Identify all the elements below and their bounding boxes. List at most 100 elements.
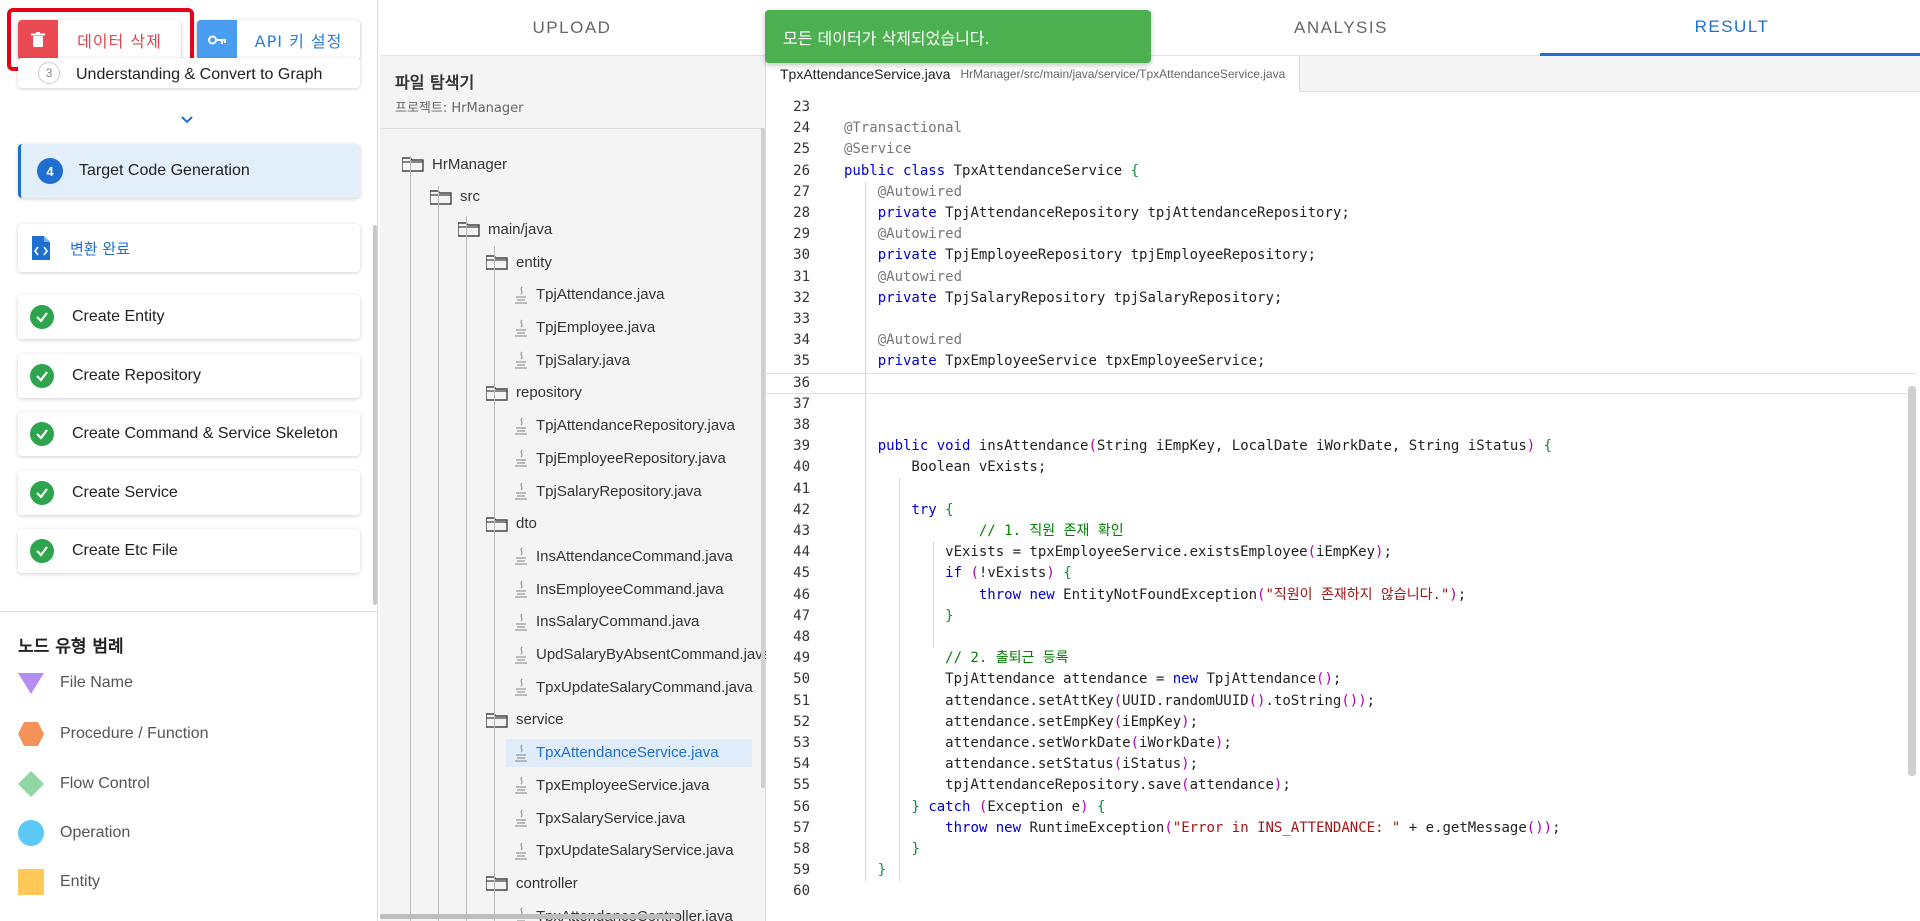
tree-node-label: TpxUpdateSalaryService.java bbox=[536, 842, 734, 860]
task-create-etc-file[interactable]: Create Etc File bbox=[18, 529, 360, 573]
line-number: 50 bbox=[793, 671, 810, 688]
tree-folder[interactable]: controller bbox=[478, 869, 752, 897]
tab-result[interactable]: RESULT bbox=[1540, 0, 1920, 56]
tree-file[interactable]: InsAttendanceCommand.java bbox=[506, 542, 752, 570]
tree-file[interactable]: TpjSalary.java bbox=[506, 346, 752, 374]
tree-node-label: TpjSalaryRepository.java bbox=[536, 482, 702, 500]
tree-folder[interactable]: entity bbox=[478, 248, 752, 276]
tree-folder[interactable]: repository bbox=[478, 379, 752, 407]
task-label: Create Command & Service Skeleton bbox=[72, 425, 338, 442]
java-file-icon bbox=[514, 842, 536, 860]
indent-guide bbox=[865, 181, 866, 882]
line-number: 26 bbox=[793, 162, 810, 179]
line-number: 30 bbox=[793, 247, 810, 264]
tree-file[interactable]: TpxSalaryService.java bbox=[506, 804, 752, 832]
editor-tab-name: TpxAttendanceService.java bbox=[780, 66, 951, 82]
tree-file[interactable]: InsSalaryCommand.java bbox=[506, 608, 752, 636]
api-key-settings-button[interactable]: API 키 설정 bbox=[197, 20, 360, 60]
java-file-icon bbox=[514, 482, 536, 500]
tree-scrollbar[interactable] bbox=[761, 128, 765, 788]
code-line: @Autowired bbox=[844, 268, 963, 285]
code-line: private TpjAttendanceRepository tpjAtten… bbox=[877, 205, 1350, 221]
step-3-card[interactable]: 3 Understanding & Convert to Graph bbox=[18, 58, 360, 88]
java-file-icon bbox=[514, 580, 536, 598]
line-number: 56 bbox=[793, 798, 810, 815]
tree-folder[interactable]: dto bbox=[478, 510, 752, 538]
tree-folder[interactable]: src bbox=[422, 183, 752, 211]
legend-label: Operation bbox=[60, 824, 131, 841]
line-number: 59 bbox=[793, 862, 810, 879]
sidebar-scrollbar[interactable] bbox=[373, 225, 377, 605]
conversion-complete-label: 변환 완료 bbox=[70, 239, 130, 258]
task-label: Create Entity bbox=[72, 308, 165, 325]
java-file-icon bbox=[514, 744, 536, 762]
tree-file[interactable]: TpxAttendanceService.java bbox=[506, 738, 752, 767]
code-line: // 2. 출퇴근 등록 bbox=[844, 650, 1069, 667]
code-line: @Autowired bbox=[844, 332, 963, 349]
code-line: attendance.setAttKey(UUID.randomUUID().t… bbox=[844, 692, 1376, 709]
folder-icon bbox=[430, 189, 460, 205]
tree-node-label: HrManager bbox=[432, 155, 508, 173]
tab-upload[interactable]: UPLOAD bbox=[380, 0, 764, 56]
java-file-icon bbox=[514, 449, 536, 467]
check-circle-icon bbox=[30, 305, 54, 329]
conversion-complete-card[interactable]: 변환 완료 bbox=[18, 224, 360, 272]
tree-file[interactable]: TpjEmployee.java bbox=[506, 314, 752, 342]
folder-icon bbox=[486, 712, 516, 728]
line-number: 51 bbox=[793, 692, 810, 709]
diamond-icon bbox=[18, 771, 44, 797]
tree-file[interactable]: TpjEmployeeRepository.java bbox=[506, 444, 752, 472]
legend-item-operation: Operation bbox=[18, 820, 130, 846]
task-create-service[interactable]: Create Service bbox=[18, 471, 360, 515]
tree-horizontal-scrollbar[interactable] bbox=[380, 914, 680, 919]
task-create-command-service-skeleton[interactable]: Create Command & Service Skeleton bbox=[18, 412, 360, 456]
line-number: 49 bbox=[793, 650, 810, 667]
chevron-down-icon[interactable] bbox=[180, 113, 194, 127]
code-area[interactable]: @Transactional @Service public class TpxAt… bbox=[834, 92, 1916, 917]
step-4-card[interactable]: 4 Target Code Generation bbox=[18, 144, 360, 198]
code-file-icon bbox=[32, 236, 50, 260]
tree-file[interactable]: TpjAttendance.java bbox=[506, 281, 752, 309]
line-number-gutter: 23 24 25 26 27 28 29 30 31 32 33 34 35 36 37 38 39 40 41 42… bbox=[766, 92, 834, 917]
editor-scrollbar[interactable] bbox=[1908, 386, 1916, 776]
code-line: } catch (Exception e) { bbox=[911, 798, 1106, 815]
code-line: attendance.setStatus(iStatus); bbox=[844, 756, 1199, 773]
line-number: 39 bbox=[793, 438, 810, 455]
task-create-repository[interactable]: Create Repository bbox=[18, 354, 360, 398]
code-line: vExists = tpxEmployeeService.existsEmplo… bbox=[844, 544, 1392, 561]
tree-node-label: TpjAttendance.java bbox=[536, 286, 665, 304]
tab-analysis[interactable]: ANALYSIS bbox=[1149, 0, 1533, 56]
code-line: if (!vExists) { bbox=[945, 565, 1072, 582]
tree-folder[interactable]: HrManager bbox=[394, 150, 752, 178]
tree-file[interactable]: TpxUpdateSalaryCommand.java bbox=[506, 673, 753, 701]
line-number: 32 bbox=[793, 289, 810, 306]
tree-file[interactable]: UpdSalaryByAbsentCommand.java bbox=[506, 641, 771, 669]
tree-file[interactable]: InsEmployeeCommand.java bbox=[506, 575, 752, 603]
legend-label: Procedure / Function bbox=[60, 725, 209, 742]
hexagon-icon bbox=[18, 722, 44, 746]
tree-folder[interactable]: service bbox=[478, 706, 752, 734]
line-number: 60 bbox=[793, 883, 810, 900]
code-line: // 1. 직원 존재 확인 bbox=[844, 523, 1124, 539]
code-line: tpjAttendanceRepository.save(attendance)… bbox=[844, 777, 1291, 794]
folder-icon bbox=[402, 156, 432, 172]
tree-file[interactable]: TpjSalaryRepository.java bbox=[506, 477, 752, 505]
line-number: 58 bbox=[793, 841, 810, 857]
sidebar: 데이터 삭제 API 키 설정 3 Understanding & Conver… bbox=[0, 0, 378, 921]
java-file-icon bbox=[514, 809, 536, 827]
line-number: 41 bbox=[793, 480, 810, 497]
tree-node-label: src bbox=[460, 188, 480, 206]
code-editor-panel: TpxAttendanceService.java HrManager/src/… bbox=[766, 56, 1920, 921]
code-line: private TpxEmployeeService tpxEmployeeSe… bbox=[877, 353, 1266, 370]
code-line: attendance.setEmpKey(iEmpKey); bbox=[844, 713, 1199, 730]
tree-node-label: TpxUpdateSalaryCommand.java bbox=[536, 678, 753, 696]
task-create-entity[interactable]: Create Entity bbox=[18, 295, 360, 339]
tree-file[interactable]: TpxEmployeeService.java bbox=[506, 771, 752, 799]
legend-label: Flow Control bbox=[60, 775, 150, 792]
tree-file[interactable]: TpjAttendanceRepository.java bbox=[506, 412, 752, 440]
tree-node-label: InsSalaryCommand.java bbox=[536, 613, 700, 631]
code-line: TpjAttendance attendance = new TpjAttend… bbox=[844, 671, 1342, 688]
tree-file[interactable]: TpxUpdateSalaryService.java bbox=[506, 837, 752, 865]
code-line: throw new RuntimeException("Error in INS… bbox=[945, 819, 1561, 836]
tree-folder[interactable]: main/java bbox=[450, 215, 752, 243]
